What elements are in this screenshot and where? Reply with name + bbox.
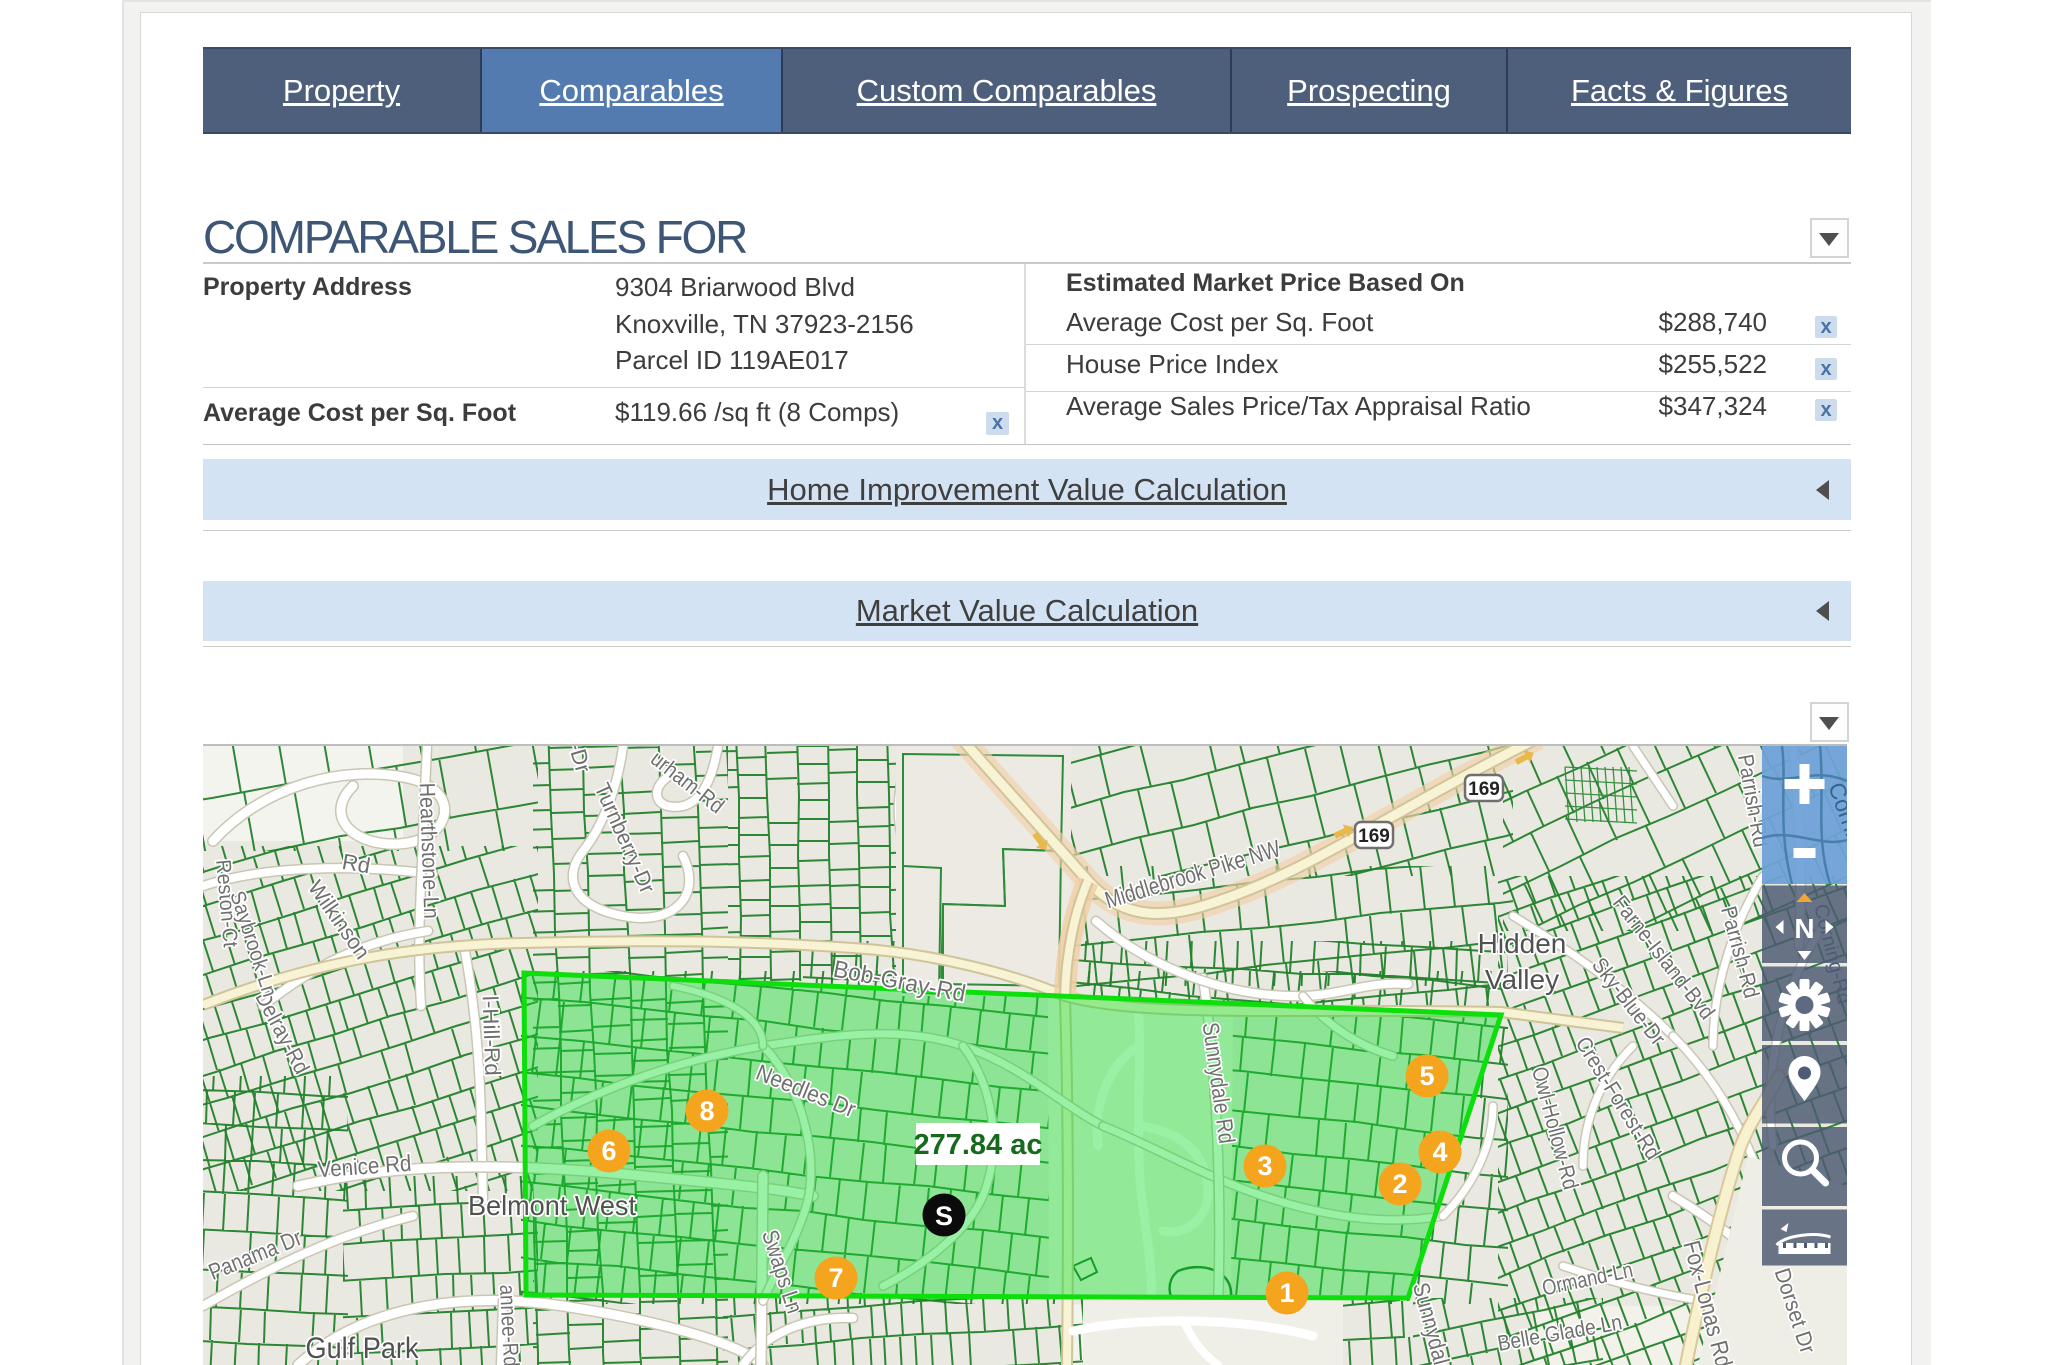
svg-text:5: 5: [1419, 1061, 1434, 1091]
svg-text:l-Hill-Rd: l-Hill-Rd: [478, 995, 506, 1076]
svg-text:N: N: [1794, 913, 1814, 944]
svg-text:2: 2: [1392, 1169, 1407, 1199]
svg-text:Rd: Rd: [340, 849, 372, 879]
svg-text:7: 7: [828, 1263, 843, 1293]
svg-text:277.84 ac: 277.84 ac: [913, 1129, 1042, 1161]
svg-text:Hearthstone-Ln: Hearthstone-Ln: [415, 782, 445, 919]
svg-text:8: 8: [699, 1096, 714, 1126]
svg-text:Gulf Park: Gulf Park: [306, 1332, 420, 1365]
svg-text:1: 1: [1279, 1278, 1294, 1308]
svg-text:6: 6: [601, 1136, 616, 1166]
svg-text:Valley: Valley: [1485, 964, 1559, 995]
svg-text:annee-Rd: annee-Rd: [495, 1284, 524, 1365]
svg-text:S: S: [935, 1201, 953, 1231]
svg-text:169: 169: [1358, 826, 1390, 847]
svg-text:3: 3: [1257, 1151, 1272, 1181]
svg-text:Hidden: Hidden: [1478, 928, 1567, 959]
svg-text:169: 169: [1468, 779, 1500, 800]
svg-text:Belmont West: Belmont West: [468, 1190, 636, 1221]
svg-text:4: 4: [1432, 1137, 1447, 1167]
